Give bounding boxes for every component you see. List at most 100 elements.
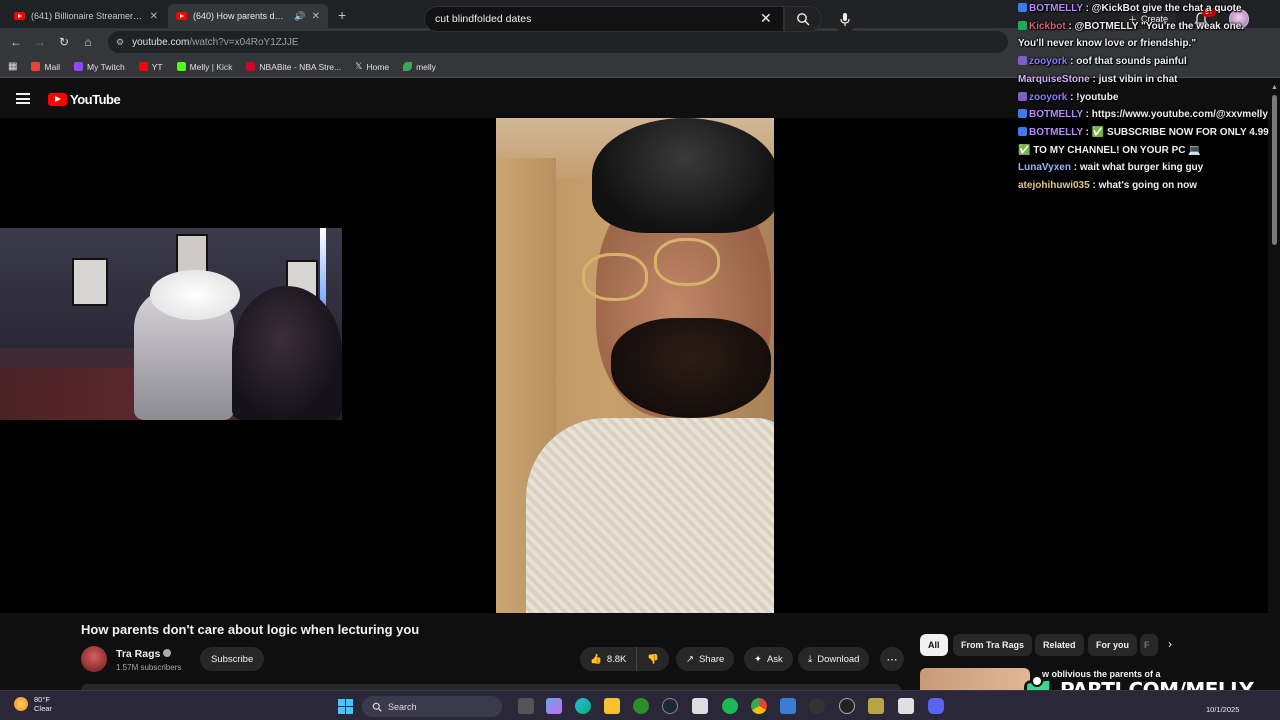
chip-for-you[interactable]: For you [1088, 634, 1137, 656]
like-button[interactable]: 👍 8.8K [580, 647, 637, 671]
windows-taskbar: 80°F Clear Search 10/1/2025 [0, 690, 1280, 720]
url-domain: youtube.com [132, 36, 190, 48]
channel-name[interactable]: Tra Rags [116, 648, 172, 660]
photos-icon[interactable] [780, 698, 796, 714]
edge-icon[interactable] [575, 698, 591, 714]
obs-icon[interactable] [839, 698, 855, 714]
gmail-icon [31, 62, 41, 71]
bookmark-mail[interactable]: Mail [31, 62, 60, 72]
recommended-video-thumbnail[interactable] [920, 668, 1030, 690]
download-icon: ⤓ [808, 653, 813, 665]
search-input[interactable]: cut blindfolded dates [424, 6, 784, 32]
youtube-favicon-icon [14, 12, 25, 20]
system-clock[interactable]: 10/1/2025 [1206, 695, 1239, 715]
bookmark-my-twitch[interactable]: My Twitch [74, 62, 125, 72]
chat-message: zooyork : oof that sounds painful [1014, 53, 1280, 71]
chip-related[interactable]: Related [1035, 634, 1084, 656]
bookmark-nbabite[interactable]: NBABite - NBA Stre... [246, 62, 341, 72]
browser-tab-1[interactable]: (641) Billionaire Streamer Got C ✕ [6, 4, 166, 28]
video-frame[interactable] [496, 118, 774, 613]
kick-icon [176, 62, 186, 71]
chip-from-channel[interactable]: From Tra Rags [953, 634, 1033, 656]
copilot-icon[interactable] [546, 698, 562, 714]
bookmark-melly-kick[interactable]: Melly | Kick [176, 62, 232, 72]
site-info-icon[interactable]: ⚙ [116, 37, 124, 48]
bookmark-melly[interactable]: melly [403, 62, 436, 72]
browser-tab-2[interactable]: (640) How parents don't ca 🔊 ✕ [168, 4, 328, 28]
steam-icon[interactable] [662, 698, 678, 714]
sun-icon [14, 697, 28, 711]
chat-message: zooyork : !youtube [1014, 89, 1280, 107]
media-player-icon[interactable] [809, 698, 825, 714]
bookmark-yt[interactable]: YT [138, 62, 163, 72]
more-actions-icon[interactable]: ⋯ [880, 647, 904, 671]
chat-message: BOTMELLY : @KickBot give the chat a quot… [1014, 0, 1280, 18]
share-button[interactable]: ↗ Share [676, 647, 735, 671]
chip-all[interactable]: All [920, 634, 948, 656]
forward-button[interactable]: → [30, 32, 50, 52]
taskbar-search[interactable]: Search [362, 696, 502, 717]
weather-widget[interactable]: 80°F Clear [14, 695, 52, 713]
home-button[interactable]: ⌂ [78, 32, 98, 52]
youtube-icon [138, 62, 148, 71]
windows-start-icon[interactable] [338, 699, 353, 714]
xbox-icon[interactable] [633, 698, 649, 714]
voice-search-button[interactable] [832, 6, 858, 32]
youtube-logo[interactable]: YouTube [48, 92, 121, 107]
close-tab-icon[interactable]: ✕ [312, 11, 320, 22]
ask-button[interactable]: ✦ Ask [744, 647, 793, 671]
youtube-favicon-icon [176, 12, 187, 20]
microphone-icon [840, 12, 850, 26]
dislike-button[interactable]: 👎 [636, 647, 669, 671]
thumbs-down-icon: 👎 [647, 653, 659, 665]
channel-avatar[interactable] [81, 646, 107, 672]
chat-message: LunaVyxen : wait what burger king guy [1018, 162, 1204, 174]
chip-partial[interactable]: F [1140, 634, 1158, 656]
chat-message: Kickbot : @BOTMELLY "You're the weak one… [1014, 18, 1280, 36]
reload-button[interactable]: ↻ [54, 32, 74, 52]
clear-search-icon[interactable]: ✕ [760, 10, 772, 27]
address-bar[interactable]: ⚙ youtube.com/watch?v=x04RoY1ZJJE [108, 31, 1008, 53]
file-explorer-icon[interactable] [604, 698, 620, 714]
bot-badge-icon [1018, 126, 1027, 136]
speaker-icon[interactable]: 🔊 [294, 11, 305, 22]
close-tab-icon[interactable]: ✕ [150, 11, 158, 22]
store-icon[interactable] [692, 698, 708, 714]
chat-message: BOTMELLY : https://www.youtube.com/@xxvm… [1014, 106, 1280, 124]
apps-grid-icon[interactable]: ▦ [8, 61, 17, 72]
subscriber-badge-icon [1018, 91, 1027, 101]
chrome-icon[interactable] [751, 698, 767, 714]
task-view-icon[interactable] [518, 698, 534, 714]
app-icon[interactable] [868, 698, 884, 714]
leaf-icon [403, 62, 413, 71]
subscriber-count: 1.57M subscribers [116, 663, 182, 672]
youtube-play-icon [48, 93, 67, 106]
url-path: /watch?v=x04RoY1ZJJE [189, 36, 299, 48]
discord-icon[interactable] [928, 698, 944, 714]
verified-check-icon [163, 649, 172, 657]
streamer-webcam [0, 228, 342, 420]
menu-icon[interactable] [16, 93, 30, 104]
download-button[interactable]: ⤓ Download [798, 647, 870, 671]
screen: (641) Billionaire Streamer Got C ✕ (640)… [0, 0, 1280, 720]
subscribe-button[interactable]: Subscribe [200, 647, 265, 671]
nba-icon [246, 62, 256, 71]
twitch-icon [74, 62, 84, 71]
bot-badge-icon [1018, 3, 1027, 12]
stream-chat-overlay: BOTMELLY : @KickBot give the chat a quot… [1014, 0, 1280, 200]
spotify-icon[interactable] [722, 698, 738, 714]
chat-message: MarquiseStone : just vibin in chat [1018, 73, 1178, 85]
tab-title: (641) Billionaire Streamer Got C [31, 11, 144, 21]
chat-message: BOTMELLY : ✅ SUBSCRIBE NOW FOR ONLY 4.99 [1014, 124, 1280, 142]
search-icon [797, 13, 810, 26]
search-button[interactable] [784, 6, 822, 32]
chat-message-continued: You'll never know love or friendship." [1018, 38, 1197, 50]
new-tab-button[interactable]: + [330, 4, 354, 28]
x-icon: 𝕏 [355, 61, 363, 71]
bookmark-home[interactable]: 𝕏 Home [355, 61, 389, 72]
back-button[interactable]: ← [6, 32, 26, 52]
roblox-icon[interactable] [898, 698, 914, 714]
chevron-right-icon[interactable]: › [1168, 637, 1172, 651]
chat-message: atejohihuwi035 : what's going on now [1018, 180, 1198, 192]
sparkle-icon: ✦ [754, 653, 762, 665]
